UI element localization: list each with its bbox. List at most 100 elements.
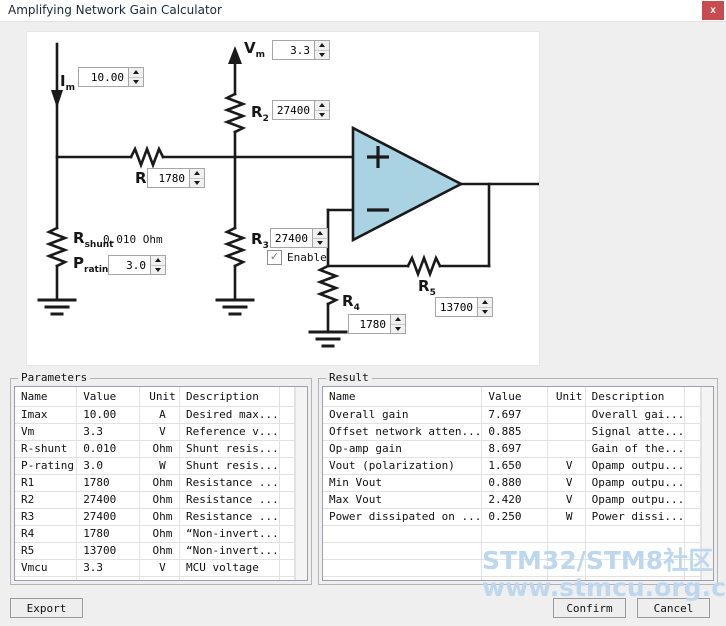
table-cell[interactable]: R4 — [15, 525, 78, 543]
column-header-blank[interactable] — [684, 387, 701, 407]
r4-value[interactable]: 1780 — [349, 315, 390, 333]
column-header-name[interactable]: Name — [15, 387, 78, 407]
prating-value[interactable]: 3.0 — [109, 256, 150, 274]
table-cell[interactable]: 1.650 — [481, 457, 548, 475]
table-cell[interactable]: 3.0 — [76, 457, 140, 475]
vm-spin-up[interactable] — [315, 41, 329, 51]
imax-spin-up[interactable] — [129, 68, 143, 78]
table-cell[interactable]: Desired max... — [179, 406, 280, 424]
table-cell[interactable] — [279, 491, 296, 509]
table-cell[interactable] — [585, 542, 686, 560]
table-cell[interactable] — [684, 406, 701, 424]
table-cell[interactable]: Ohm — [139, 508, 181, 526]
table-cell[interactable] — [323, 576, 483, 580]
table-cell[interactable] — [547, 559, 586, 577]
vm-spin-down[interactable] — [315, 51, 329, 60]
table-cell[interactable]: R3 — [15, 508, 78, 526]
table-cell[interactable] — [279, 525, 296, 543]
r4-spin-arrows[interactable] — [390, 315, 405, 333]
table-cell[interactable] — [279, 474, 296, 492]
table-row[interactable]: R1 1780 Ohm Resistance ... — [15, 474, 296, 492]
r2-spin-up[interactable] — [315, 101, 329, 111]
export-button[interactable]: Export — [10, 598, 83, 618]
table-row[interactable]: Offset network atten... 0.885 Signal atte.… — [323, 423, 701, 441]
table-cell[interactable] — [684, 525, 701, 543]
table-row[interactable]: R5 13700 Ohm “Non-invert... — [15, 542, 296, 560]
table-cell[interactable] — [547, 406, 586, 424]
table-cell[interactable] — [76, 576, 140, 580]
table-row[interactable]: R2 27400 Ohm Resistance ... — [15, 491, 296, 509]
r1-spin-up[interactable] — [190, 169, 204, 179]
table-cell[interactable]: V — [547, 474, 586, 492]
r5-value[interactable]: 13700 — [436, 298, 477, 316]
table-cell[interactable]: W — [139, 457, 181, 475]
table-row[interactable] — [323, 542, 701, 560]
table-cell[interactable]: Ohm — [139, 491, 181, 509]
table-cell[interactable] — [547, 423, 586, 441]
vm-spin-arrows[interactable] — [314, 41, 329, 59]
table-row[interactable] — [323, 576, 701, 580]
result-scrollbar[interactable] — [701, 387, 713, 580]
table-cell[interactable] — [585, 525, 686, 543]
table-cell[interactable]: Ohm — [139, 474, 181, 492]
column-header-description[interactable]: Description — [179, 387, 280, 407]
table-row[interactable]: Overall gain 7.697 Overall gai... — [323, 406, 701, 424]
table-cell[interactable] — [279, 576, 296, 580]
table-cell[interactable] — [279, 457, 296, 475]
column-header-description[interactable]: Description — [585, 387, 686, 407]
table-row[interactable]: Min Vout 0.880 V Opamp outpu... — [323, 474, 701, 492]
prating-spinbox[interactable]: 3.0 — [108, 255, 166, 275]
table-row[interactable] — [323, 525, 701, 543]
r2-spin-down[interactable] — [315, 111, 329, 120]
cancel-button[interactable]: Cancel — [637, 598, 710, 618]
table-cell[interactable]: V — [547, 491, 586, 509]
table-cell[interactable]: 27400 — [76, 508, 140, 526]
table-cell[interactable] — [279, 559, 296, 577]
table-cell[interactable]: Max Vout — [323, 491, 483, 509]
table-cell[interactable] — [15, 576, 78, 580]
table-cell[interactable]: 1780 — [76, 474, 140, 492]
table-cell[interactable] — [684, 474, 701, 492]
table-cell[interactable] — [179, 576, 280, 580]
r3-spin-down[interactable] — [313, 239, 327, 248]
r5-spin-up[interactable] — [478, 298, 492, 308]
table-cell[interactable] — [481, 576, 548, 580]
r2-value[interactable]: 27400 — [273, 101, 314, 119]
confirm-button[interactable]: Confirm — [553, 598, 626, 618]
column-header-unit[interactable]: Unit — [139, 387, 181, 407]
table-cell[interactable]: A — [139, 406, 181, 424]
table-cell[interactable]: V — [547, 457, 586, 475]
table-cell[interactable]: 0.880 — [481, 474, 548, 492]
table-cell[interactable]: 1780 — [76, 525, 140, 543]
table-row[interactable]: Power dissipated on ... 0.250 W Power dissi… — [323, 508, 701, 526]
table-row[interactable]: Max Vout 2.420 V Opamp outpu... — [323, 491, 701, 509]
column-header-blank[interactable] — [279, 387, 296, 407]
table-cell[interactable]: 3.3 — [76, 423, 140, 441]
table-row[interactable]: Op-amp gain 8.697 Gain of the... — [323, 440, 701, 458]
table-cell[interactable] — [684, 440, 701, 458]
r5-spin-arrows[interactable] — [477, 298, 492, 316]
table-cell[interactable]: Power dissi... — [585, 508, 686, 526]
table-cell[interactable] — [684, 559, 701, 577]
table-cell[interactable]: “Non-invert... — [179, 525, 280, 543]
table-cell[interactable] — [481, 525, 548, 543]
table-cell[interactable]: W — [547, 508, 586, 526]
table-cell[interactable]: 27400 — [76, 491, 140, 509]
table-cell[interactable] — [547, 542, 586, 560]
table-cell[interactable] — [585, 576, 686, 580]
r2-spinbox[interactable]: 27400 — [272, 100, 330, 120]
column-header-name[interactable]: Name — [323, 387, 483, 407]
table-cell[interactable]: Ohm — [139, 440, 181, 458]
table-row[interactable]: Vmcu 3.3 V MCU voltage — [15, 559, 296, 577]
r3-spinbox[interactable]: 27400 — [270, 228, 328, 248]
r1-value[interactable]: 1780 — [148, 169, 189, 187]
r3-spin-up[interactable] — [313, 229, 327, 239]
r1-spin-arrows[interactable] — [189, 169, 204, 187]
table-cell[interactable]: 10.00 — [76, 406, 140, 424]
table-cell[interactable] — [139, 576, 181, 580]
table-cell[interactable] — [684, 542, 701, 560]
table-cell[interactable]: 7.697 — [481, 406, 548, 424]
table-cell[interactable] — [279, 542, 296, 560]
table-cell[interactable] — [279, 406, 296, 424]
table-cell[interactable] — [323, 525, 483, 543]
